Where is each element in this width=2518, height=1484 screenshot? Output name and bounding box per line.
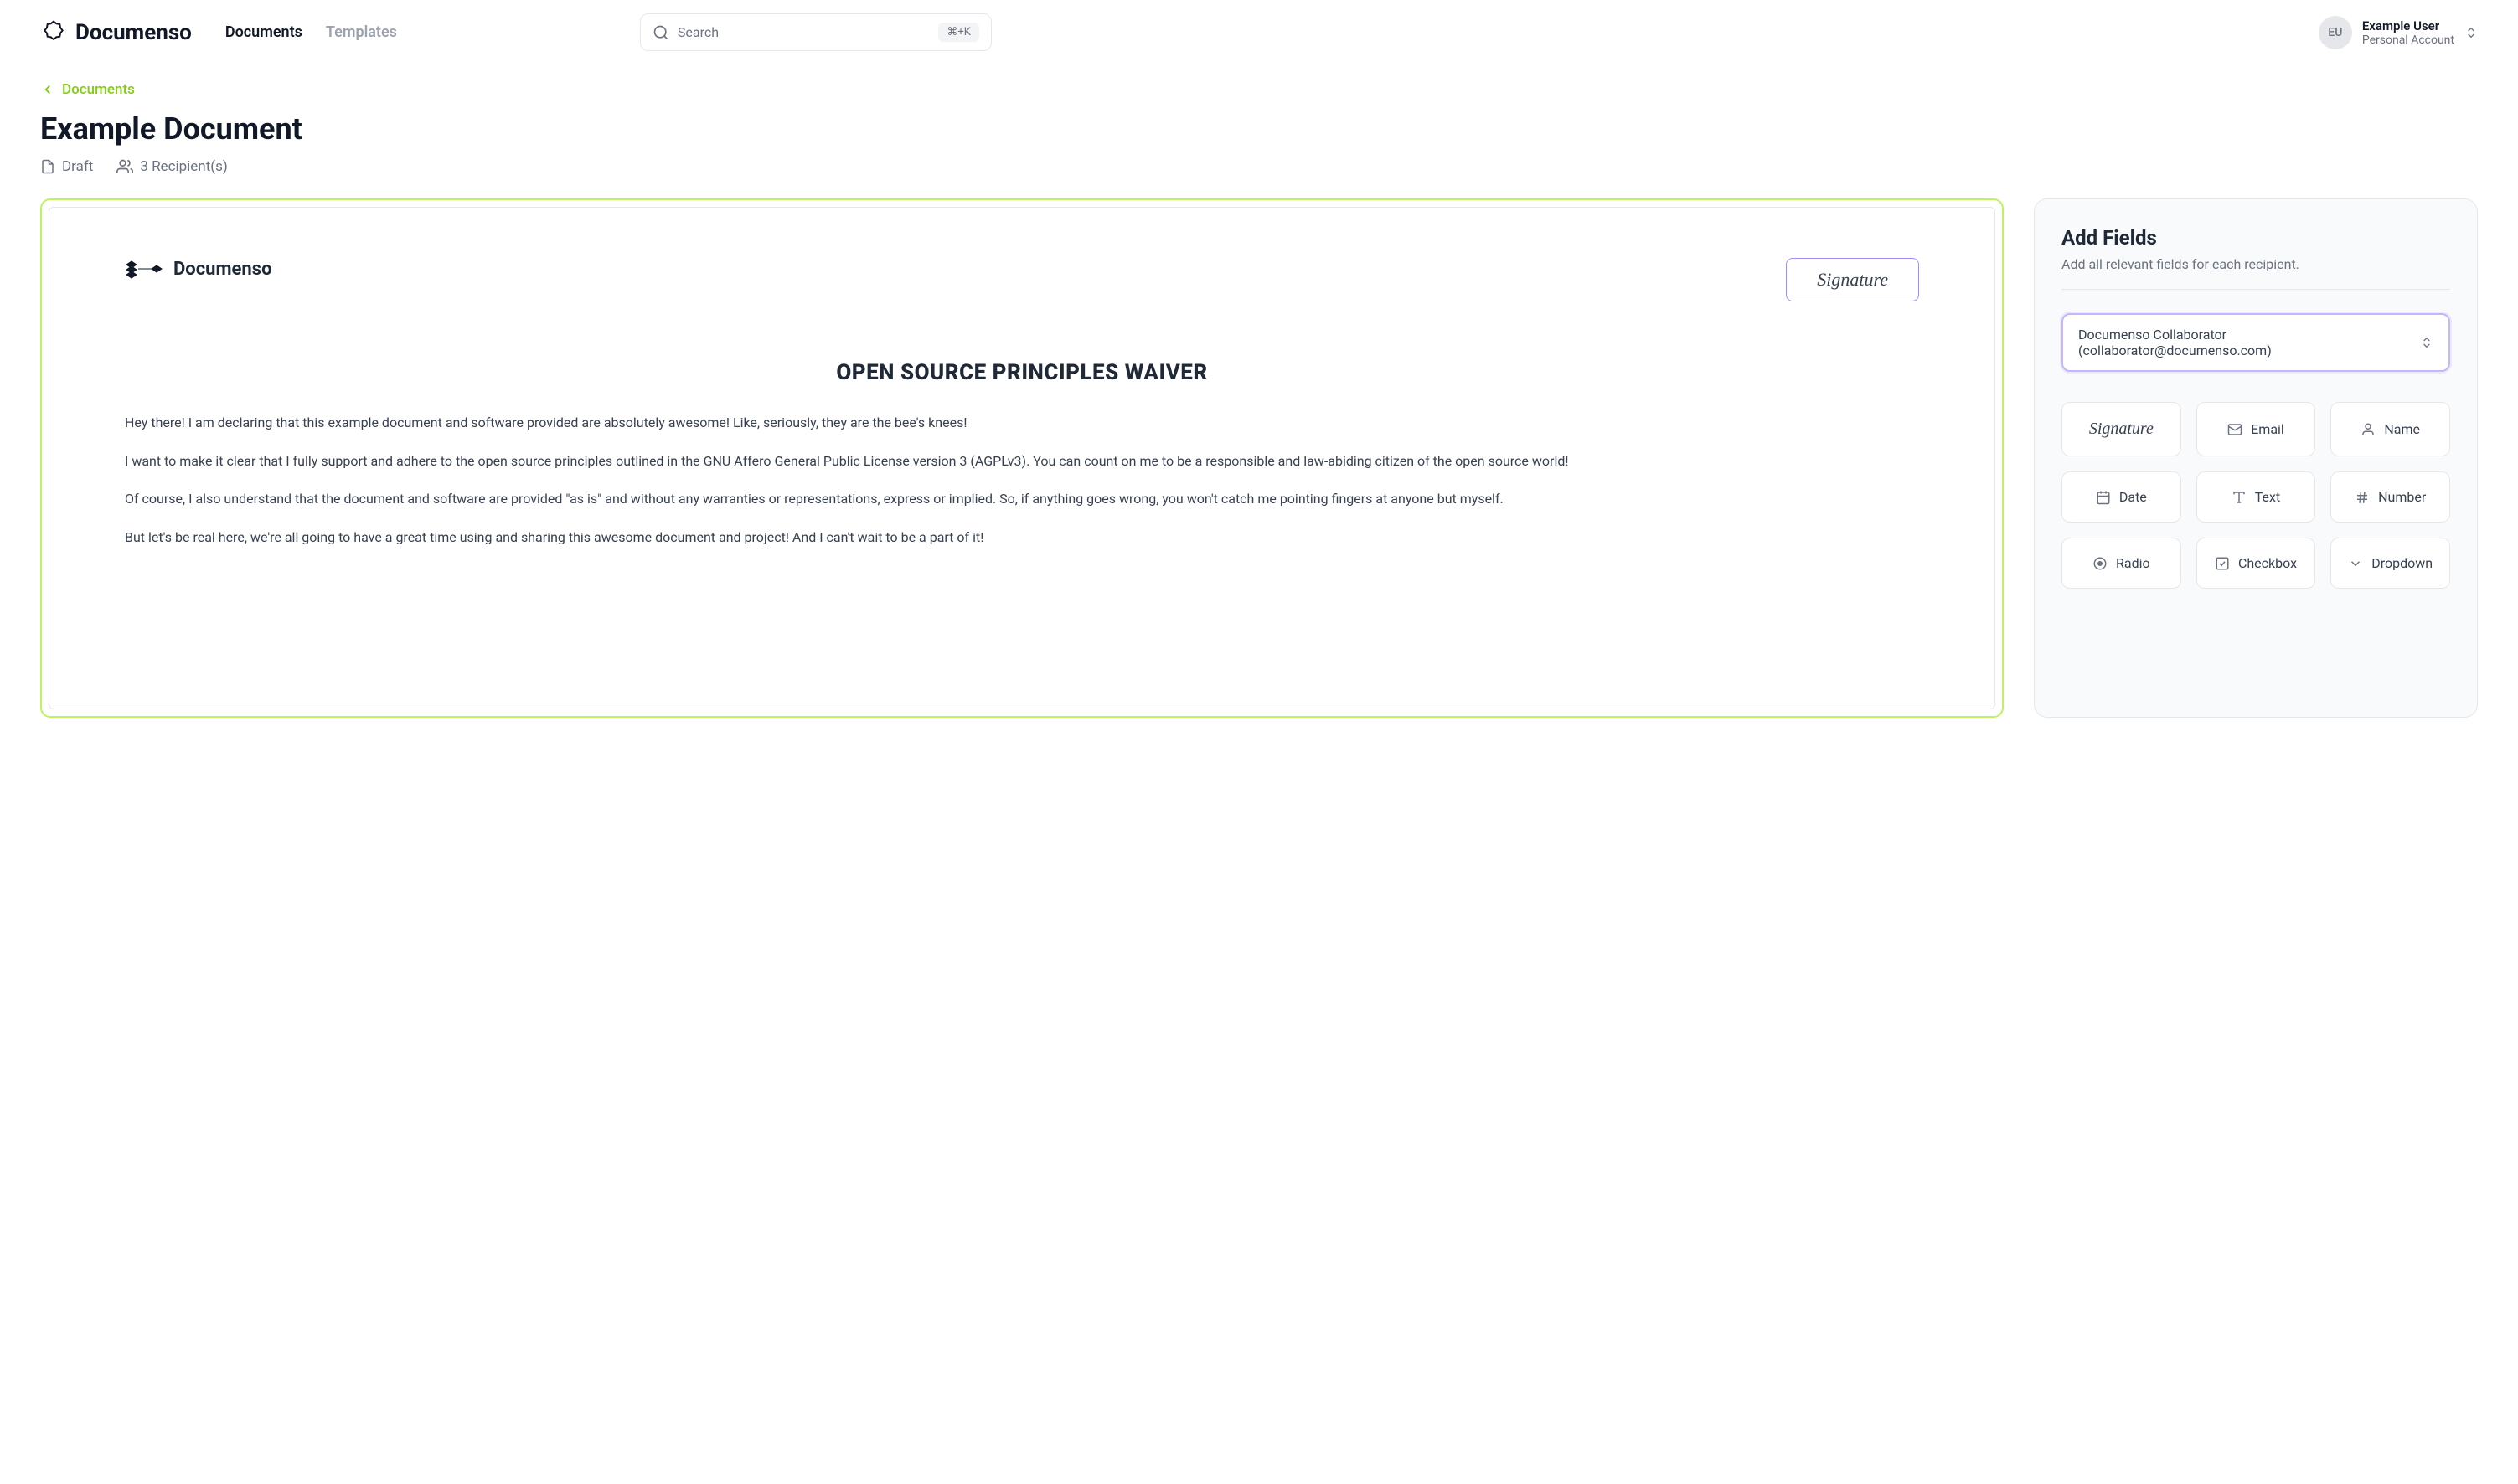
field-label: Radio [2116,555,2150,571]
document-paragraph: But let's be real here, we're all going … [125,527,1919,549]
field-text-button[interactable]: Text [2196,471,2316,523]
chevron-left-icon [40,82,55,97]
user-icon [2361,422,2376,437]
field-radio-button[interactable]: Radio [2061,538,2181,589]
field-number-button[interactable]: Number [2330,471,2450,523]
user-name: Example User [2362,18,2454,33]
chevron-down-icon [2348,556,2363,571]
document-meta: Draft 3 Recipient(s) [40,158,2478,175]
breadcrumb[interactable]: Documents [40,81,2478,98]
sidebar-subtitle: Add all relevant fields for each recipie… [2061,256,2450,290]
document-page: Documenso Signature OPEN SOURCE PRINCIPL… [49,207,1995,709]
text-icon [2232,490,2247,505]
file-icon [40,159,55,174]
document-preview[interactable]: Documenso Signature OPEN SOURCE PRINCIPL… [40,198,2004,718]
calendar-icon [2096,490,2111,505]
mail-icon [2227,422,2242,437]
field-label: Date [2119,489,2147,505]
fields-grid: Signature Email Name [2061,402,2450,589]
page-title: Example Document [40,111,2478,147]
status-badge: Draft [40,158,93,175]
search-shortcut: ⌘+K [938,23,979,42]
field-label: Name [2384,421,2420,437]
fields-sidebar: Add Fields Add all relevant fields for e… [2034,198,2478,718]
field-label: Dropdown [2371,555,2433,571]
app-logo[interactable]: Documenso [40,19,192,46]
field-signature-button[interactable]: Signature [2061,402,2181,456]
field-label: Signature [2089,420,2154,439]
chevron-updown-icon [2420,336,2433,349]
logo-icon [40,19,67,46]
field-checkbox-button[interactable]: Checkbox [2196,538,2316,589]
user-info: Example User Personal Account [2362,18,2454,47]
search-placeholder: Search [678,24,930,40]
field-label: Number [2378,489,2426,505]
field-dropdown-button[interactable]: Dropdown [2330,538,2450,589]
radio-icon [2092,556,2108,571]
users-icon [116,158,133,175]
search-icon [653,24,669,41]
field-name-button[interactable]: Name [2330,402,2450,456]
main-nav: Documents Templates [225,23,397,41]
status-text: Draft [62,158,93,175]
field-label: Text [2255,489,2280,505]
document-paragraph: Of course, I also understand that the do… [125,488,1919,510]
logo-text: Documenso [75,20,192,45]
breadcrumb-label: Documents [62,81,135,98]
recipient-selected: Documenso Collaborator (collaborator@doc… [2078,327,2420,358]
app-header: Documenso Documents Templates Search ⌘+K… [0,0,2518,64]
main-content: Documents Example Document Draft 3 Recip… [0,64,2518,734]
checkbox-icon [2215,556,2230,571]
signature-field-placed[interactable]: Signature [1786,258,1919,301]
search-input[interactable]: Search ⌘+K [640,13,992,51]
document-logo: Documenso [125,258,272,280]
recipient-select[interactable]: Documenso Collaborator (collaborator@doc… [2061,313,2450,372]
user-account: Personal Account [2362,33,2454,47]
recipients-count: 3 Recipient(s) [116,158,227,175]
recipients-text: 3 Recipient(s) [140,158,227,175]
nav-templates[interactable]: Templates [326,23,397,41]
document-paragraph: I want to make it clear that I fully sup… [125,451,1919,472]
nav-documents[interactable]: Documents [225,23,302,41]
sidebar-title: Add Fields [2061,226,2450,250]
field-label: Email [2251,421,2284,437]
user-menu[interactable]: EU Example User Personal Account [2319,16,2478,49]
field-label: Checkbox [2238,555,2297,571]
document-title: OPEN SOURCE PRINCIPLES WAIVER [125,360,1919,385]
pen-icon [125,258,165,280]
chevron-updown-icon [2464,26,2478,39]
avatar: EU [2319,16,2352,49]
document-logo-text: Documenso [173,259,272,280]
document-paragraph: Hey there! I am declaring that this exam… [125,412,1919,434]
hash-icon [2355,490,2370,505]
field-email-button[interactable]: Email [2196,402,2316,456]
field-date-button[interactable]: Date [2061,471,2181,523]
